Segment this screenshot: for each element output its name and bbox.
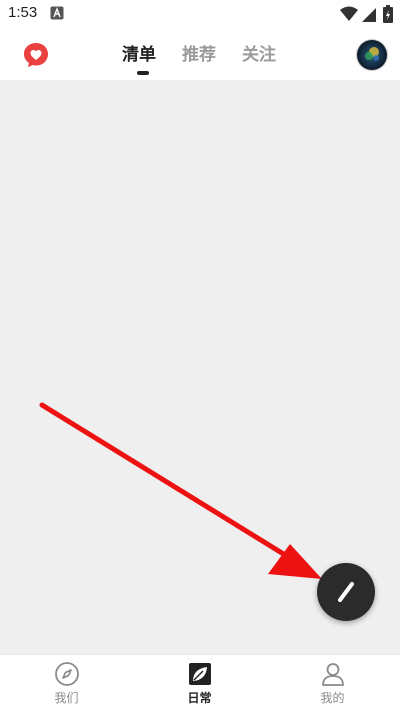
wifi-icon — [340, 6, 358, 21]
nav-label-us: 我们 — [54, 691, 79, 705]
leaf-icon — [189, 663, 211, 685]
status-bar: 1:53 — [0, 0, 400, 28]
content-area — [0, 80, 400, 654]
active-tab-indicator — [137, 71, 149, 75]
top-header: 清单 推荐 关注 — [0, 28, 400, 80]
nav-item-daily[interactable]: 日常 — [133, 655, 266, 711]
compass-icon — [55, 662, 79, 686]
person-icon — [322, 663, 344, 686]
nav-item-us[interactable]: 我们 — [0, 655, 133, 711]
battery-charging-icon — [383, 5, 393, 23]
app-notification-icon — [50, 6, 64, 20]
compose-button[interactable] — [317, 563, 375, 621]
nav-label-me: 我的 — [320, 691, 345, 705]
status-time: 1:53 — [8, 4, 38, 21]
signal-icon — [362, 8, 376, 22]
tab-checklist[interactable]: 清单 — [122, 40, 156, 65]
tab-bar: 清单 推荐 关注 — [110, 28, 290, 80]
pencil-icon — [338, 582, 354, 602]
nav-label-daily: 日常 — [187, 691, 212, 705]
heart-logo-icon[interactable] — [22, 41, 50, 69]
bottom-nav: 我们 日常 我的 — [0, 654, 400, 711]
nav-item-me[interactable]: 我的 — [266, 655, 399, 711]
avatar[interactable] — [356, 39, 388, 71]
avatar-image — [357, 40, 387, 70]
tab-follow[interactable]: 关注 — [242, 40, 276, 65]
tab-recommend[interactable]: 推荐 — [182, 40, 216, 65]
